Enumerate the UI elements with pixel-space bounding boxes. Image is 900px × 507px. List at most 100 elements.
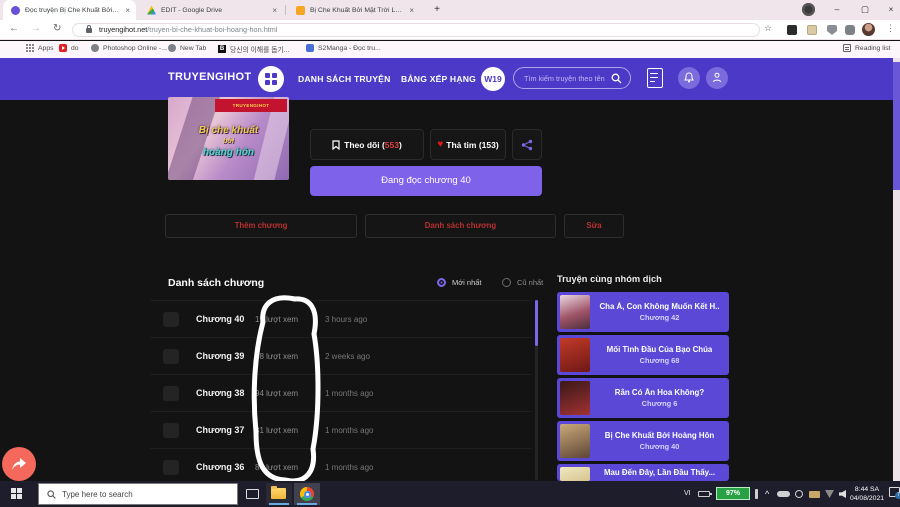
nav-ranking[interactable]: BẢNG XẾP HẠNG [401,74,476,84]
chrome-taskbar-button[interactable] [294,483,320,505]
bookmark-star-icon[interactable]: ☆ [764,23,772,34]
tab-current-story[interactable]: Đọc truyện Bị Che Khuất Bởi Ho... × [3,0,136,20]
sort-newest-label[interactable]: Mới nhất [452,278,482,287]
chapter-row[interactable]: Chương 36 84 lượt xem 1 months ago [150,449,532,481]
chapter-name[interactable]: Chương 38 [196,388,244,398]
bookmark-new-tab[interactable]: New Tab [168,44,206,52]
forward-icon[interactable]: → [31,23,41,34]
related-story-card[interactable]: Mối Tình Đầu Của Bạo ChúaChương 68 [557,335,729,375]
story-thumbnail [560,381,590,415]
level-badge[interactable]: W19 [481,67,505,91]
user-account-button[interactable] [706,67,728,89]
chapter-checkbox[interactable] [163,312,179,327]
start-button[interactable] [11,488,22,499]
user-icon [712,72,722,83]
tab-other-story[interactable]: Bị Che Khuất Bởi Mặt Trời Lặn [T... × [288,0,420,20]
site-search-box[interactable] [513,67,631,89]
continue-reading-button[interactable]: Đang đọc chương 40 [310,166,542,196]
battery-icon[interactable] [698,491,710,497]
chapter-checkbox[interactable] [163,349,179,364]
search-icon[interactable] [611,73,622,84]
notification-center-button[interactable]: 7 [889,487,900,497]
chapter-name[interactable]: Chương 36 [196,462,244,472]
sort-newest-radio[interactable] [437,278,446,287]
bookmark-korean-site[interactable]: B 당신의 이해를 돕기... [218,44,289,54]
chapter-list: Chương 40 19 lượt xem 3 hours ago Chương… [150,300,532,481]
new-tab-button[interactable]: + [428,0,446,20]
chapter-row[interactable]: Chương 37 81 lượt xem 1 months ago [150,412,532,449]
window-minimize-button[interactable]: – [824,0,850,20]
tab-close-icon[interactable]: × [409,6,414,15]
file-explorer-button[interactable] [266,483,292,505]
home-grid-icon[interactable] [258,66,284,92]
language-indicator[interactable]: VI [684,490,691,497]
tray-expand-chevron[interactable]: ^ [765,489,769,499]
scrollbar-thumb[interactable] [893,62,900,190]
extension-icon-card[interactable] [807,25,817,35]
tab-close-icon[interactable]: × [125,6,130,15]
task-view-button[interactable] [240,483,266,505]
chapter-name[interactable]: Chương 40 [196,314,244,324]
chapter-row[interactable]: Chương 39 68 lượt xem 2 weeks ago [150,338,532,375]
puzzle-extensions-icon[interactable] [845,25,855,35]
nav-story-list[interactable]: DANH SÁCH TRUYỆN [298,74,390,84]
bookmark-photoshop[interactable]: Photoshop Online -... [91,44,167,52]
site-search-input[interactable] [524,68,610,88]
related-story-card[interactable]: Cha À, Con Không Muốn Kết H..Chương 42 [557,292,729,332]
back-icon[interactable]: ← [9,23,19,34]
chapter-name[interactable]: Chương 39 [196,351,244,361]
recorder-icon[interactable] [802,3,815,16]
url-text[interactable]: truyengihot.net/truyen-bi-che-khuat-boi-… [99,25,277,34]
wifi-icon[interactable] [825,490,834,498]
chapter-list-scrollbar[interactable] [535,300,538,480]
scrollbar-thumb[interactable] [535,300,538,346]
library-icon[interactable] [647,68,663,88]
reading-list-button[interactable]: Reading list [843,44,891,52]
chapter-name[interactable]: Chương 37 [196,425,244,435]
profile-avatar[interactable] [862,23,875,36]
story-cover-image[interactable]: TRUYENGIHOT Bị che khuất bởi hoàng hôn [168,97,289,180]
chapter-checkbox[interactable] [163,423,179,438]
floating-share-button[interactable] [2,447,36,481]
bookmark-s2manga[interactable]: S2Manga - Đọc tru... [306,44,381,52]
tab-google-drive[interactable]: EDIT - Google Drive × [139,0,283,20]
page-scrollbar[interactable] [893,58,900,481]
tab-close-icon[interactable]: × [272,6,277,15]
related-story-card[interactable]: Mau Đến Đây, Lần Đầu Thấy... [557,464,729,481]
extension-icon-dark[interactable] [787,25,797,35]
window-maximize-button[interactable]: ▢ [852,0,878,20]
notification-bell-button[interactable] [678,67,700,89]
bookmark-label: do [71,45,79,52]
window-close-button[interactable]: × [878,0,900,20]
chapter-row[interactable]: Chương 38 94 lượt xem 1 months ago [150,375,532,412]
shield-extension-icon[interactable] [827,25,837,35]
taskbar-search-box[interactable] [38,483,238,505]
follow-button[interactable]: Theo dõi (553) [310,129,424,160]
sort-oldest-label[interactable]: Cũ nhất [517,278,543,287]
taskbar-clock[interactable]: 8:44 SA 04/08/2021 [845,485,889,503]
chapter-list-button[interactable]: Danh sách chương [365,214,556,238]
battery-percent-badge[interactable]: 97% [716,487,750,500]
sort-oldest-radio[interactable] [502,278,511,287]
manga-site-favicon [296,6,305,15]
add-chapter-button[interactable]: Thêm chương [165,214,357,238]
bookmark-apps[interactable]: Apps [26,44,54,52]
reload-icon[interactable]: ↻ [53,23,61,34]
menu-dots-icon[interactable]: ⋮ [886,23,895,34]
chapter-time: 1 months ago [325,426,373,435]
chapter-row[interactable]: Chương 40 19 lượt xem 3 hours ago [150,301,532,338]
bookmark-youtube[interactable]: do [59,44,79,52]
tray-folder-icon[interactable] [809,491,820,498]
sync-icon[interactable] [795,490,803,498]
related-story-card[interactable]: Rắn Có Ăn Hoa Không?Chương 6 [557,378,729,418]
site-logo[interactable]: TRUYENGIHOT [168,71,251,83]
chapter-checkbox[interactable] [163,460,179,475]
share-button[interactable] [512,129,542,160]
related-story-card[interactable]: Bị Che Khuất Bởi Hoàng HônChương 40 [557,421,729,461]
pen-icon[interactable] [755,489,758,499]
cloud-icon[interactable] [777,491,790,497]
edit-button[interactable]: Sửa [564,214,624,238]
like-button[interactable]: ♥ Thả tim (153) [430,129,506,160]
chapter-checkbox[interactable] [163,386,179,401]
taskbar-search-input[interactable] [62,490,222,499]
